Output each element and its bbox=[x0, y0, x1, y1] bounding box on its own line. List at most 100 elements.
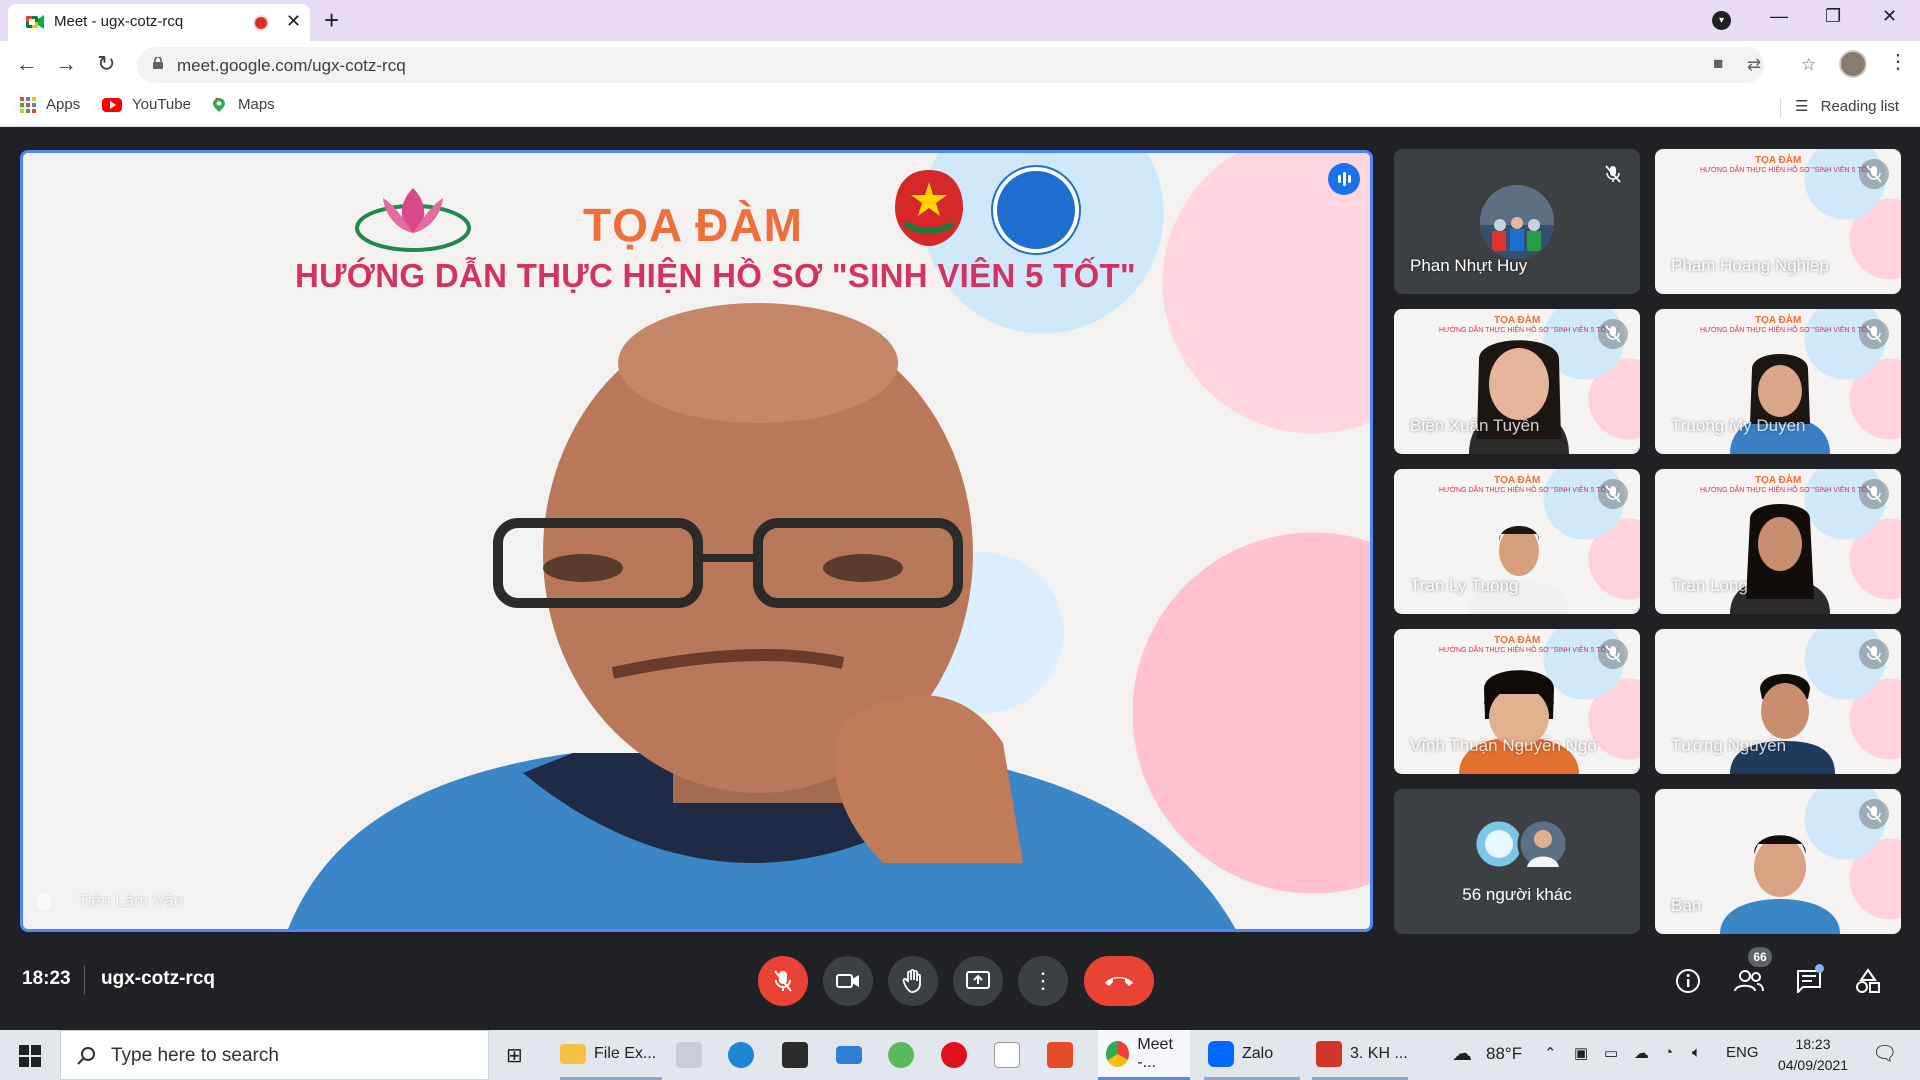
bookmark-label: YouTube bbox=[132, 96, 191, 113]
weather-icon[interactable]: ☁ bbox=[1452, 1041, 1472, 1066]
music-app-icon[interactable] bbox=[888, 1030, 922, 1080]
office-icon[interactable] bbox=[1047, 1030, 1081, 1080]
banner-title: TỌA ĐÀM bbox=[1494, 635, 1541, 646]
tab-search-icon[interactable]: ▾ bbox=[1712, 11, 1731, 30]
notifications-icon[interactable]: 🗨︎ bbox=[1872, 1041, 1897, 1066]
system-clock[interactable]: 18:23 04/09/2021 bbox=[1768, 1034, 1858, 1076]
windows-taskbar: Type here to search ⊞ File Ex... Meet -.… bbox=[0, 1030, 1920, 1080]
participant-count-badge: 66 bbox=[1748, 947, 1772, 967]
raise-hand-button[interactable] bbox=[888, 956, 938, 1006]
bookmark-apps[interactable]: Apps bbox=[20, 96, 80, 113]
taskbar-app-file-explorer[interactable]: File Ex... bbox=[560, 1030, 662, 1080]
lock-icon bbox=[153, 57, 163, 69]
search-icon bbox=[77, 1047, 95, 1065]
mic-toggle-button[interactable] bbox=[758, 956, 808, 1006]
participant-tile[interactable]: TỌA ĐÀM HƯỚNG DẪN THỰC HIỆN HỒ SƠ "SINH V… bbox=[1394, 629, 1640, 774]
task-view-icon[interactable]: ⊞ bbox=[506, 1030, 523, 1080]
apps-grid-icon bbox=[20, 96, 36, 113]
others-tile[interactable]: 56 người khác bbox=[1394, 789, 1640, 934]
divider bbox=[1780, 98, 1781, 118]
muted-mic-icon bbox=[1598, 319, 1628, 349]
participant-tile[interactable]: TỌA ĐÀM HƯỚNG DẪN THỰC HIỆN HỒ SƠ "SINH V… bbox=[1655, 309, 1901, 454]
meet-stage: TỌA ĐÀM HƯỚNG DẪN THỰC HIỆN HỒ SƠ "SINH … bbox=[0, 127, 1920, 1030]
speaking-indicator-icon bbox=[1328, 163, 1360, 195]
url-text: meet.google.com/ugx-cotz-rcq bbox=[177, 56, 406, 75]
others-count: 56 người khác bbox=[1462, 885, 1572, 904]
leave-call-button[interactable] bbox=[1084, 956, 1154, 1006]
reload-button[interactable]: ↻ bbox=[97, 51, 115, 77]
speaker-name: Tiến Lâm Văn bbox=[78, 891, 184, 910]
profile-avatar[interactable] bbox=[1839, 50, 1867, 78]
reading-list-label: Reading list bbox=[1820, 98, 1900, 115]
meet-tray-icon[interactable]: ▣ bbox=[1574, 1044, 1588, 1062]
onedrive-icon[interactable]: ☁ bbox=[1634, 1044, 1649, 1062]
participant-name: Tran Long bbox=[1671, 576, 1748, 595]
store-icon[interactable] bbox=[782, 1030, 816, 1080]
input-language[interactable]: ENG bbox=[1726, 1044, 1759, 1061]
participant-tile[interactable]: Tường Nguyễn bbox=[1655, 629, 1901, 774]
close-tab-icon[interactable]: ✕ bbox=[286, 11, 301, 32]
restore-button[interactable]: ❐ bbox=[1825, 6, 1841, 27]
participant-tile[interactable]: Phan Nhựt Huy bbox=[1394, 149, 1640, 294]
recording-indicator-icon bbox=[255, 17, 267, 29]
youtube-icon bbox=[102, 97, 122, 112]
activities-button[interactable] bbox=[1852, 965, 1884, 997]
meeting-code: ugx-cotz-rcq bbox=[101, 968, 215, 989]
camera-in-use-icon[interactable]: ■ bbox=[1713, 54, 1723, 74]
bookmark-youtube[interactable]: YouTube bbox=[102, 96, 191, 113]
avatar bbox=[1480, 185, 1554, 259]
camera-icon bbox=[836, 974, 859, 988]
taskbar-app-word[interactable]: 3. KH ... bbox=[1312, 1030, 1408, 1080]
hang-up-icon bbox=[1105, 977, 1133, 986]
muted-mic-icon bbox=[1859, 639, 1889, 669]
folder-icon bbox=[560, 1043, 586, 1064]
lotus-logo-icon bbox=[355, 188, 471, 252]
chevron-up-icon[interactable]: ⌃ bbox=[1544, 1044, 1557, 1062]
opera-icon[interactable] bbox=[941, 1030, 975, 1080]
participant-tile[interactable]: TỌA ĐÀM HƯỚNG DẪN THỰC HIỆN HỒ SƠ "SINH V… bbox=[1394, 309, 1640, 454]
banner-title: TỌA ĐÀM bbox=[1755, 475, 1802, 486]
muted-mic-icon bbox=[1598, 479, 1628, 509]
new-message-indicator bbox=[1815, 964, 1824, 973]
student-association-emblem-icon bbox=[993, 167, 1079, 253]
banner-title: TỌA ĐÀM bbox=[1494, 315, 1541, 326]
calculator-app-icon[interactable] bbox=[676, 1030, 710, 1080]
participants-button[interactable] bbox=[1733, 965, 1765, 997]
edge-icon[interactable] bbox=[728, 1030, 762, 1080]
address-bar[interactable]: meet.google.com/ugx-cotz-rcq ■ ⇄ ☆ bbox=[137, 47, 1816, 83]
more-options-button[interactable]: ⋮ bbox=[1018, 956, 1068, 1006]
close-window-button[interactable]: ✕ bbox=[1882, 6, 1897, 27]
volume-icon[interactable]: 🔈︎ bbox=[1692, 1044, 1701, 1061]
mail-icon[interactable] bbox=[836, 1030, 870, 1080]
chrome-icon bbox=[1106, 1040, 1130, 1067]
file-icon[interactable] bbox=[994, 1030, 1028, 1080]
minimize-button[interactable]: — bbox=[1770, 6, 1788, 27]
taskbar-search-input[interactable]: Type here to search bbox=[60, 1030, 489, 1080]
taskbar-app-zalo[interactable]: Zalo bbox=[1204, 1030, 1300, 1080]
translate-icon[interactable]: ⇄ bbox=[1747, 55, 1761, 75]
back-button[interactable]: ← bbox=[16, 51, 38, 77]
present-screen-button[interactable] bbox=[953, 956, 1003, 1006]
forward-button[interactable]: → bbox=[55, 51, 77, 77]
new-tab-button[interactable]: + bbox=[324, 4, 339, 36]
bookmark-star-icon[interactable]: ☆ bbox=[1801, 55, 1816, 75]
camera-toggle-button[interactable] bbox=[823, 956, 873, 1006]
participant-tile[interactable]: TỌA ĐÀM HƯỚNG DẪN THỰC HIỆN HỒ SƠ "SINH V… bbox=[1655, 149, 1901, 294]
meeting-details-button[interactable] bbox=[1672, 965, 1704, 997]
reading-list-button[interactable]: ☰ Reading list bbox=[1795, 97, 1899, 115]
search-placeholder: Type here to search bbox=[111, 1045, 279, 1066]
main-speaker-tile[interactable]: TỌA ĐÀM HƯỚNG DẪN THỰC HIỆN HỒ SƠ "SINH … bbox=[20, 150, 1373, 932]
muted-mic-icon bbox=[1859, 479, 1889, 509]
bookmark-maps[interactable]: Maps bbox=[210, 96, 275, 113]
battery-icon[interactable]: ▭ bbox=[1604, 1044, 1618, 1062]
windows-start-icon[interactable] bbox=[19, 1045, 41, 1067]
weather-temp[interactable]: 88°F bbox=[1486, 1044, 1522, 1064]
taskbar-app-chrome-meet[interactable]: Meet -... bbox=[1098, 1030, 1190, 1080]
participant-tile[interactable]: Ban bbox=[1655, 789, 1901, 934]
tab-meet[interactable]: Meet - ugx-cotz-rcq ✕ bbox=[8, 4, 310, 41]
wifi-icon[interactable]: ◔ bbox=[1664, 1044, 1673, 1061]
browser-menu-icon[interactable]: ⋮ bbox=[1888, 49, 1908, 74]
participant-tile[interactable]: TỌA ĐÀM HƯỚNG DẪN THỰC HIỆN HỒ SƠ "SINH V… bbox=[1394, 469, 1640, 614]
browser-toolbar: ← → ↻ meet.google.com/ugx-cotz-rcq ■ ⇄ ☆… bbox=[0, 41, 1920, 89]
participant-tile[interactable]: TỌA ĐÀM HƯỚNG DẪN THỰC HIỆN HỒ SƠ "SINH V… bbox=[1655, 469, 1901, 614]
